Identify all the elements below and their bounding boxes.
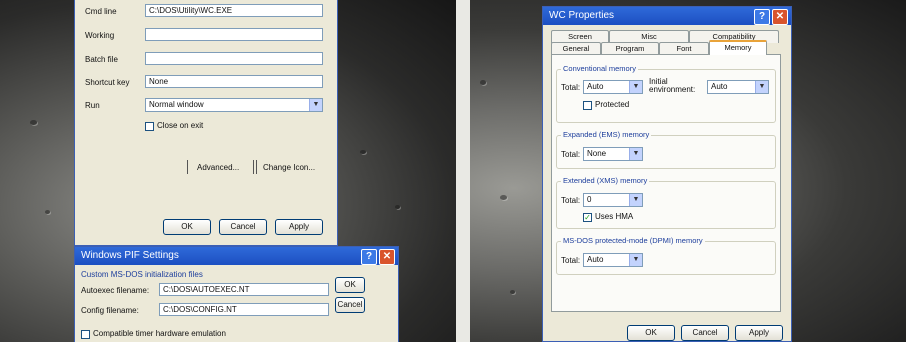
- conventional-total-select[interactable]: Auto ▼: [583, 80, 643, 94]
- chevron-down-icon[interactable]: ▼: [755, 81, 768, 93]
- initial-environment-label: Initial environment:: [649, 77, 696, 94]
- ok-button[interactable]: OK: [163, 219, 211, 235]
- close-on-exit-label: Close on exit: [157, 121, 204, 130]
- shortcut-key-label: Shortcut key: [85, 78, 130, 87]
- expanded-total-label: Total:: [561, 150, 581, 159]
- chevron-down-icon[interactable]: ▼: [629, 148, 642, 160]
- tab-memory[interactable]: Memory: [709, 40, 767, 55]
- dpmi-memory-group: MS-DOS protected-mode (DPMI) memory Tota…: [556, 236, 776, 275]
- dpmi-total-label: Total:: [561, 256, 581, 265]
- moon-crater: [360, 150, 366, 154]
- ok-button[interactable]: OK: [627, 325, 675, 341]
- initial-environment-value: Auto: [711, 82, 728, 91]
- compatible-timer-checkbox[interactable]: [81, 330, 90, 339]
- protected-label: Protected: [595, 100, 630, 109]
- config-label: Config filename:: [81, 306, 139, 315]
- initial-environment-select[interactable]: Auto ▼: [707, 80, 769, 94]
- expanded-total-value: None: [587, 149, 607, 158]
- pif-title: Windows PIF Settings: [81, 250, 179, 261]
- uses-hma-label: Uses HMA: [595, 212, 634, 221]
- change-icon-button[interactable]: Change Icon...: [263, 163, 315, 172]
- moon-crater: [45, 210, 50, 214]
- moon-crater: [500, 195, 507, 200]
- close-icon[interactable]: ✕: [772, 9, 788, 25]
- moon-crater: [480, 80, 486, 85]
- chevron-down-icon[interactable]: ▼: [629, 81, 642, 93]
- config-field[interactable]: C:\DOS\CONFIG.NT: [159, 303, 329, 316]
- expanded-memory-title: Expanded (EMS) memory: [561, 130, 652, 139]
- close-on-exit-checkbox[interactable]: [145, 122, 154, 131]
- protected-checkbox[interactable]: [583, 101, 592, 110]
- conventional-total-label: Total:: [561, 83, 581, 92]
- batch-file-field[interactable]: [145, 52, 323, 65]
- advanced-button[interactable]: Advanced...: [197, 163, 239, 172]
- separator: [256, 160, 257, 174]
- expanded-total-select[interactable]: None ▼: [583, 147, 643, 161]
- autoexec-field[interactable]: C:\DOS\AUTOEXEC.NT: [159, 283, 329, 296]
- wc-title: WC Properties: [549, 10, 615, 21]
- memory-tab-panel: Conventional memory Total: Auto ▼ Initia…: [551, 54, 781, 312]
- extended-total-value: 0: [587, 195, 592, 204]
- conventional-memory-title: Conventional memory: [561, 64, 638, 73]
- working-label: Working: [85, 31, 115, 40]
- extended-total-select[interactable]: 0 ▼: [583, 193, 643, 207]
- extended-total-label: Total:: [561, 196, 581, 205]
- shortcut-key-field[interactable]: None: [145, 75, 323, 88]
- moon-crater: [395, 205, 400, 209]
- uses-hma-checkbox[interactable]: ✓: [583, 213, 592, 222]
- apply-button[interactable]: Apply: [275, 219, 323, 235]
- chevron-down-icon[interactable]: ▼: [309, 99, 322, 111]
- cmdline-label: Cmd line: [85, 7, 117, 16]
- chevron-down-icon[interactable]: ▼: [629, 254, 642, 266]
- moon-crater: [510, 290, 515, 294]
- moon-crater: [30, 120, 37, 125]
- wc-properties-dialog: WC Properties ? ✕ Screen Misc Compatibil…: [542, 6, 792, 342]
- cancel-button[interactable]: Cancel: [681, 325, 729, 341]
- help-icon[interactable]: ?: [754, 9, 770, 25]
- run-label: Run: [85, 101, 100, 110]
- dpmi-total-value: Auto: [587, 255, 604, 264]
- close-icon[interactable]: ✕: [379, 249, 395, 265]
- batch-file-label: Batch file: [85, 55, 118, 64]
- pif-cancel-button[interactable]: Cancel: [335, 297, 365, 313]
- program-properties-dialog: Cmd line C:\DOS\Utility\WC.EXE Working B…: [74, 0, 338, 246]
- cancel-button[interactable]: Cancel: [219, 219, 267, 235]
- run-select-value: Normal window: [149, 100, 204, 109]
- separator: [253, 160, 254, 174]
- dpmi-memory-title: MS-DOS protected-mode (DPMI) memory: [561, 236, 705, 245]
- compatible-timer-label: Compatible timer hardware emulation: [93, 329, 226, 338]
- help-icon[interactable]: ?: [361, 249, 377, 265]
- conventional-memory-group: Conventional memory Total: Auto ▼ Initia…: [556, 64, 776, 123]
- separator: [187, 160, 188, 174]
- expanded-memory-group: Expanded (EMS) memory Total: None ▼: [556, 130, 776, 169]
- chevron-down-icon[interactable]: ▼: [629, 194, 642, 206]
- apply-button[interactable]: Apply: [735, 325, 783, 341]
- wc-title-bar: WC Properties ? ✕: [543, 7, 791, 25]
- conventional-total-value: Auto: [587, 82, 604, 91]
- right-screenshot: WC Properties ? ✕ Screen Misc Compatibil…: [470, 0, 906, 342]
- pif-ok-button[interactable]: OK: [335, 277, 365, 293]
- pif-group-label: Custom MS-DOS initialization files: [81, 270, 203, 279]
- cmdline-field[interactable]: C:\DOS\Utility\WC.EXE: [145, 4, 323, 17]
- left-screenshot: Cmd line C:\DOS\Utility\WC.EXE Working B…: [0, 0, 456, 342]
- extended-memory-title: Extended (XMS) memory: [561, 176, 650, 185]
- dpmi-total-select[interactable]: Auto ▼: [583, 253, 643, 267]
- working-field[interactable]: [145, 28, 323, 41]
- autoexec-label: Autoexec filename:: [81, 286, 150, 295]
- pif-title-bar: Windows PIF Settings ? ✕: [75, 247, 398, 265]
- run-select[interactable]: Normal window ▼: [145, 98, 323, 112]
- pif-settings-dialog: Windows PIF Settings ? ✕ Custom MS-DOS i…: [74, 246, 399, 342]
- extended-memory-group: Extended (XMS) memory Total: 0 ▼ ✓ Uses …: [556, 176, 776, 229]
